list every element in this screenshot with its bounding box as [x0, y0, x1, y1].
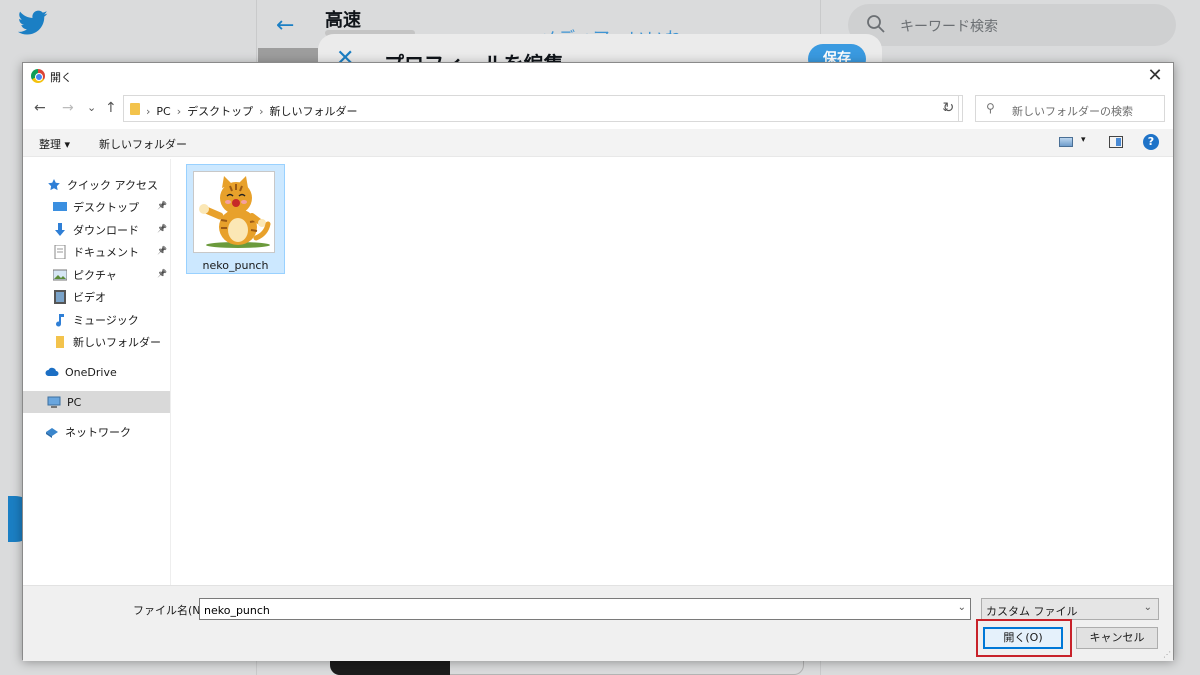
breadcrumb-desktop[interactable]: デスクトップ — [187, 103, 253, 119]
filetype-value: カスタム ファイル — [986, 605, 1078, 618]
open-button[interactable]: 開く(O) — [983, 627, 1063, 649]
sidebar-item-desktop[interactable]: デスクトップ 📌 — [53, 196, 171, 218]
address-bar[interactable]: › PC › デスクトップ › 新しいフォルダー ⌄ — [123, 95, 959, 122]
sidebar-item-network[interactable]: ネットワーク — [45, 421, 131, 443]
sidebar-item-pictures[interactable]: ピクチャ 📌 — [53, 264, 171, 286]
filename-label: ファイル名(N): — [133, 604, 209, 617]
filename-field[interactable] — [200, 600, 940, 621]
filetype-select[interactable]: カスタム ファイル ⌄ — [981, 598, 1159, 620]
breadcrumb-new-folder[interactable]: 新しいフォルダー — [270, 103, 358, 119]
sidebar-item-label: ビデオ — [73, 291, 106, 304]
view-dropdown-icon[interactable]: ▾ — [1081, 135, 1086, 145]
view-icon[interactable] — [1059, 137, 1073, 147]
up-arrow-icon[interactable]: ↑ — [105, 100, 117, 116]
video-icon — [54, 290, 66, 304]
navigation-pane: クイック アクセス デスクトップ 📌 ダウンロード 📌 ドキュメント 📌 ピクチ… — [23, 159, 171, 585]
download-icon — [55, 223, 65, 236]
star-icon — [48, 179, 60, 191]
search-placeholder: キーワード検索 — [900, 19, 998, 35]
resize-grip-icon[interactable]: ⋰ — [1163, 650, 1171, 659]
back-arrow-icon[interactable]: ← — [34, 100, 46, 116]
chevron-down-icon: ⌄ — [1143, 602, 1152, 613]
pin-icon[interactable]: 📌 — [157, 269, 167, 278]
sidebar-item-label: ダウンロード — [73, 224, 139, 237]
sidebar-item-videos[interactable]: ビデオ — [53, 286, 106, 308]
search-placeholder: 新しいフォルダーの検索 — [1012, 105, 1133, 118]
cloud-icon — [45, 367, 59, 376]
sidebar-item-music[interactable]: ミュージック — [53, 309, 139, 331]
help-icon[interactable]: ? — [1143, 134, 1159, 150]
close-icon[interactable]: ✕ — [1145, 65, 1165, 86]
forward-arrow-icon[interactable]: → — [62, 100, 74, 116]
navigation-bar: ← → ⌄ ↑ › PC › デスクトップ › 新しいフォルダー ⌄ ↻ ⚲ 新… — [23, 94, 1173, 124]
dialog-title: 開く — [50, 71, 72, 84]
computer-icon — [47, 396, 61, 408]
pin-icon[interactable]: 📌 — [157, 224, 167, 233]
chrome-icon — [31, 69, 45, 83]
twitter-search-bar[interactable]: キーワード検索 — [848, 4, 1176, 46]
search-icon — [867, 15, 885, 33]
search-icon: ⚲ — [986, 101, 995, 115]
twitter-logo-icon — [18, 10, 48, 35]
document-icon — [54, 245, 66, 259]
sidebar-item-label: ピクチャ — [73, 269, 117, 282]
pictures-icon — [53, 269, 67, 281]
music-icon — [56, 314, 64, 327]
sidebar-item-label: クイック アクセス — [67, 179, 158, 192]
back-arrow-icon[interactable]: ← — [276, 13, 294, 38]
folder-icon — [130, 103, 140, 115]
sidebar-item-label: ネットワーク — [65, 426, 131, 439]
dialog-titlebar[interactable]: 開く ✕ — [23, 63, 1173, 91]
organize-menu[interactable]: 整理 ▾ — [39, 136, 70, 152]
desktop-icon — [53, 202, 67, 211]
sidebar-item-pc[interactable]: PC — [23, 391, 170, 413]
breadcrumb: › PC › デスクトップ › 新しいフォルダー — [146, 103, 358, 119]
cancel-button[interactable]: キャンセル — [1076, 627, 1158, 649]
command-bar: 整理 ▾ 新しいフォルダー ▾ ? — [23, 129, 1173, 157]
sidebar-item-label: ドキュメント — [73, 246, 139, 259]
folder-search-input[interactable]: ⚲ 新しいフォルダーの検索 — [975, 95, 1165, 122]
refresh-button[interactable]: ↻ — [935, 95, 963, 122]
breadcrumb-pc[interactable]: PC — [156, 105, 170, 118]
file-name-label: neko_punch — [202, 259, 269, 272]
breadcrumb-separator: › — [146, 104, 151, 118]
sidebar-item-label: PC — [67, 395, 82, 409]
sidebar-item-new-folder[interactable]: 新しいフォルダー — [53, 331, 161, 353]
file-list: neko_punch — [173, 159, 1173, 585]
sidebar-item-onedrive[interactable]: OneDrive — [45, 361, 117, 383]
pin-icon[interactable]: 📌 — [157, 246, 167, 255]
recent-locations-icon[interactable]: ⌄ — [87, 101, 96, 114]
chevron-down-icon[interactable]: ⌄ — [958, 602, 966, 613]
sidebar-item-downloads[interactable]: ダウンロード 📌 — [53, 219, 171, 241]
sidebar-item-label: デスクトップ — [73, 201, 139, 214]
profile-title: 高速 — [325, 10, 361, 31]
sidebar-item-quick-access[interactable]: クイック アクセス — [47, 174, 158, 196]
filename-combobox[interactable]: ⌄ — [199, 598, 971, 621]
sidebar-item-label: 新しいフォルダー — [73, 336, 161, 349]
dialog-footer: ファイル名(N): ⌄ カスタム ファイル ⌄ 開く(O) キャンセル ⋰ — [23, 585, 1173, 661]
sidebar-item-label: OneDrive — [65, 365, 117, 379]
preview-pane-icon[interactable] — [1109, 136, 1123, 148]
sidebar-item-label: ミュージック — [73, 314, 139, 327]
folder-icon — [56, 336, 64, 348]
network-icon — [46, 428, 58, 438]
file-item[interactable]: neko_punch — [186, 164, 285, 274]
breadcrumb-separator: › — [259, 104, 264, 118]
cat-punch-illustration-icon — [199, 176, 271, 248]
file-thumbnail — [193, 171, 275, 253]
sidebar-item-documents[interactable]: ドキュメント 📌 — [53, 241, 171, 263]
pin-icon[interactable]: 📌 — [157, 201, 167, 210]
open-file-dialog: 開く ✕ ← → ⌄ ↑ › PC › デスクトップ › 新しいフォルダー ⌄ … — [22, 62, 1174, 661]
breadcrumb-separator: › — [176, 104, 182, 118]
new-folder-button[interactable]: 新しいフォルダー — [99, 136, 187, 152]
